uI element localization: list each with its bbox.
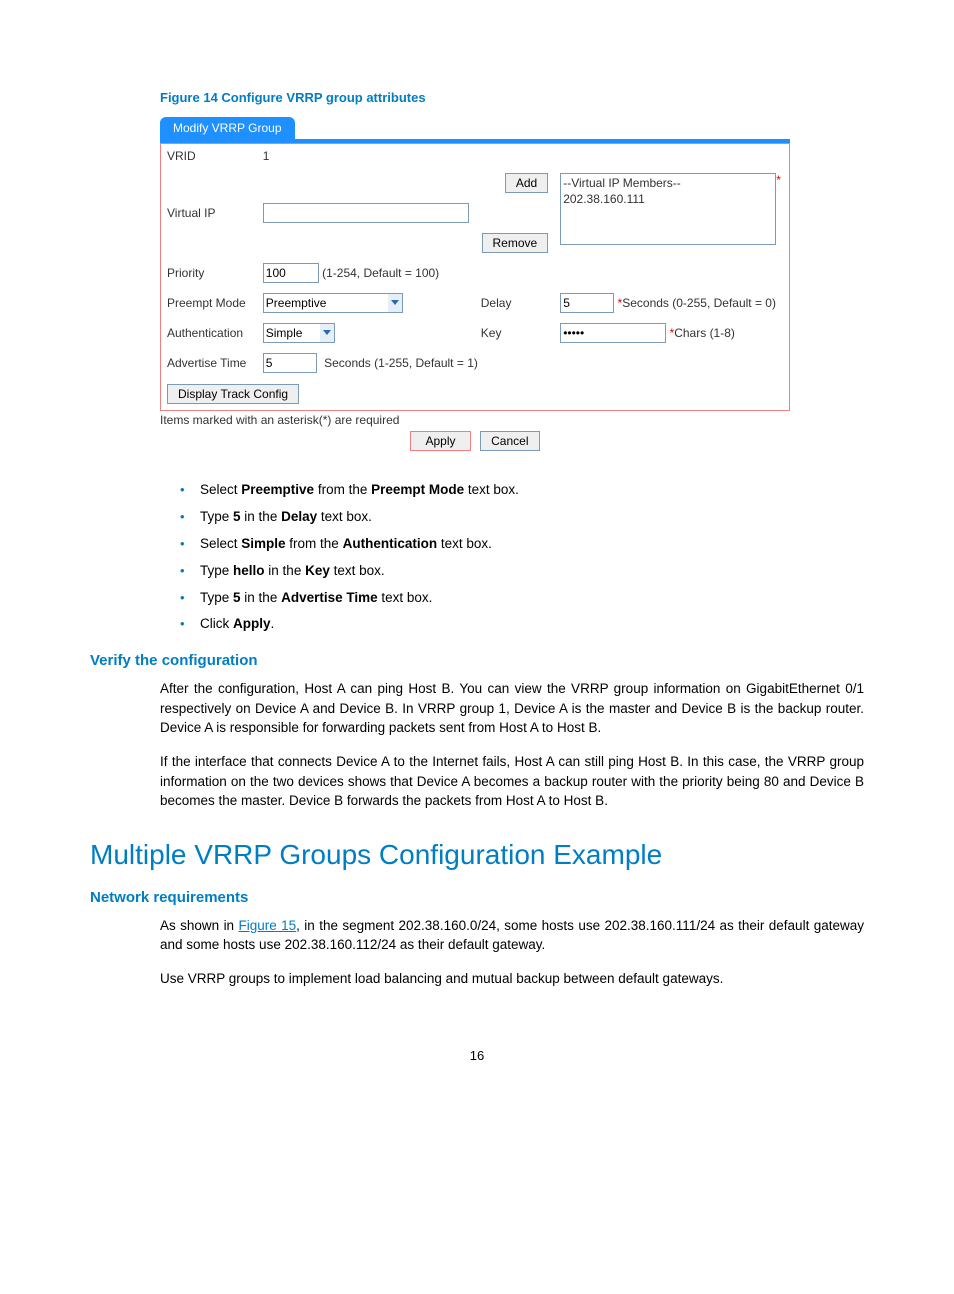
required-asterisk: * xyxy=(776,173,781,187)
network-req-heading: Network requirements xyxy=(90,889,864,906)
virtual-ip-input[interactable] xyxy=(263,203,469,223)
page-number: 16 xyxy=(90,1048,864,1063)
delay-label: Delay xyxy=(475,288,554,318)
advertise-label: Advertise Time xyxy=(161,348,257,378)
priority-hint: (1-254, Default = 100) xyxy=(322,266,439,280)
delay-input[interactable] xyxy=(560,293,614,313)
vrid-label: VRID xyxy=(161,144,257,169)
cancel-button[interactable]: Cancel xyxy=(480,431,539,451)
form-table: VRID 1 Add --Virtual IP Members-- 202.38… xyxy=(160,143,790,411)
auth-select[interactable] xyxy=(263,323,320,343)
key-hint: Chars (1-8) xyxy=(674,326,735,340)
priority-label: Priority xyxy=(161,258,257,288)
virtual-ip-label: Virtual IP xyxy=(161,198,257,228)
key-input[interactable] xyxy=(560,323,666,343)
preempt-select[interactable] xyxy=(263,293,388,313)
verify-paragraph-2: If the interface that connects Device A … xyxy=(160,752,864,811)
document-page: Figure 14 Configure VRRP group attribute… xyxy=(0,0,954,1123)
verify-paragraph-1: After the configuration, Host A can ping… xyxy=(160,679,864,738)
network-req-p1: As shown in Figure 15, in the segment 20… xyxy=(160,916,864,955)
remove-button[interactable]: Remove xyxy=(482,233,549,253)
tab-bar: Modify VRRP Group xyxy=(160,117,790,139)
instruction-list: Select Preemptive from the Preempt Mode … xyxy=(170,481,864,634)
add-button[interactable]: Add xyxy=(505,173,548,193)
members-header: --Virtual IP Members-- xyxy=(563,175,773,191)
verify-heading: Verify the configuration xyxy=(90,652,864,669)
list-item: Click Apply. xyxy=(170,615,864,634)
priority-input[interactable] xyxy=(263,263,319,283)
advertise-input[interactable] xyxy=(263,353,317,373)
list-item: Type hello in the Key text box. xyxy=(170,562,864,581)
form-buttons: Apply Cancel xyxy=(160,431,790,451)
display-track-button[interactable]: Display Track Config xyxy=(167,384,299,404)
vrid-value: 1 xyxy=(257,144,475,169)
members-item[interactable]: 202.38.160.111 xyxy=(563,191,773,207)
key-label: Key xyxy=(475,318,554,348)
network-req-p2: Use VRRP groups to implement load balanc… xyxy=(160,969,864,989)
list-item: Select Simple from the Authentication te… xyxy=(170,535,864,554)
chevron-down-icon[interactable] xyxy=(388,293,403,313)
auth-label: Authentication xyxy=(161,318,257,348)
delay-hint: Seconds (0-255, Default = 0) xyxy=(622,296,776,310)
advertise-hint: Seconds (1-255, Default = 1) xyxy=(324,356,478,370)
members-listbox[interactable]: --Virtual IP Members-- 202.38.160.111 xyxy=(560,173,776,245)
section-title: Multiple VRRP Groups Configuration Examp… xyxy=(90,839,864,871)
figure-link[interactable]: Figure 15 xyxy=(238,918,296,933)
required-note: Items marked with an asterisk(*) are req… xyxy=(160,413,790,427)
list-item: Type 5 in the Advertise Time text box. xyxy=(170,589,864,608)
apply-button[interactable]: Apply xyxy=(410,431,470,451)
tab-modify-vrrp[interactable]: Modify VRRP Group xyxy=(160,117,295,139)
list-item: Select Preemptive from the Preempt Mode … xyxy=(170,481,864,500)
preempt-label: Preempt Mode xyxy=(161,288,257,318)
list-item: Type 5 in the Delay text box. xyxy=(170,508,864,527)
chevron-down-icon[interactable] xyxy=(320,323,335,343)
figure-caption: Figure 14 Configure VRRP group attribute… xyxy=(160,90,864,105)
screenshot-panel: Modify VRRP Group VRID 1 Add --Virtu xyxy=(160,117,790,427)
